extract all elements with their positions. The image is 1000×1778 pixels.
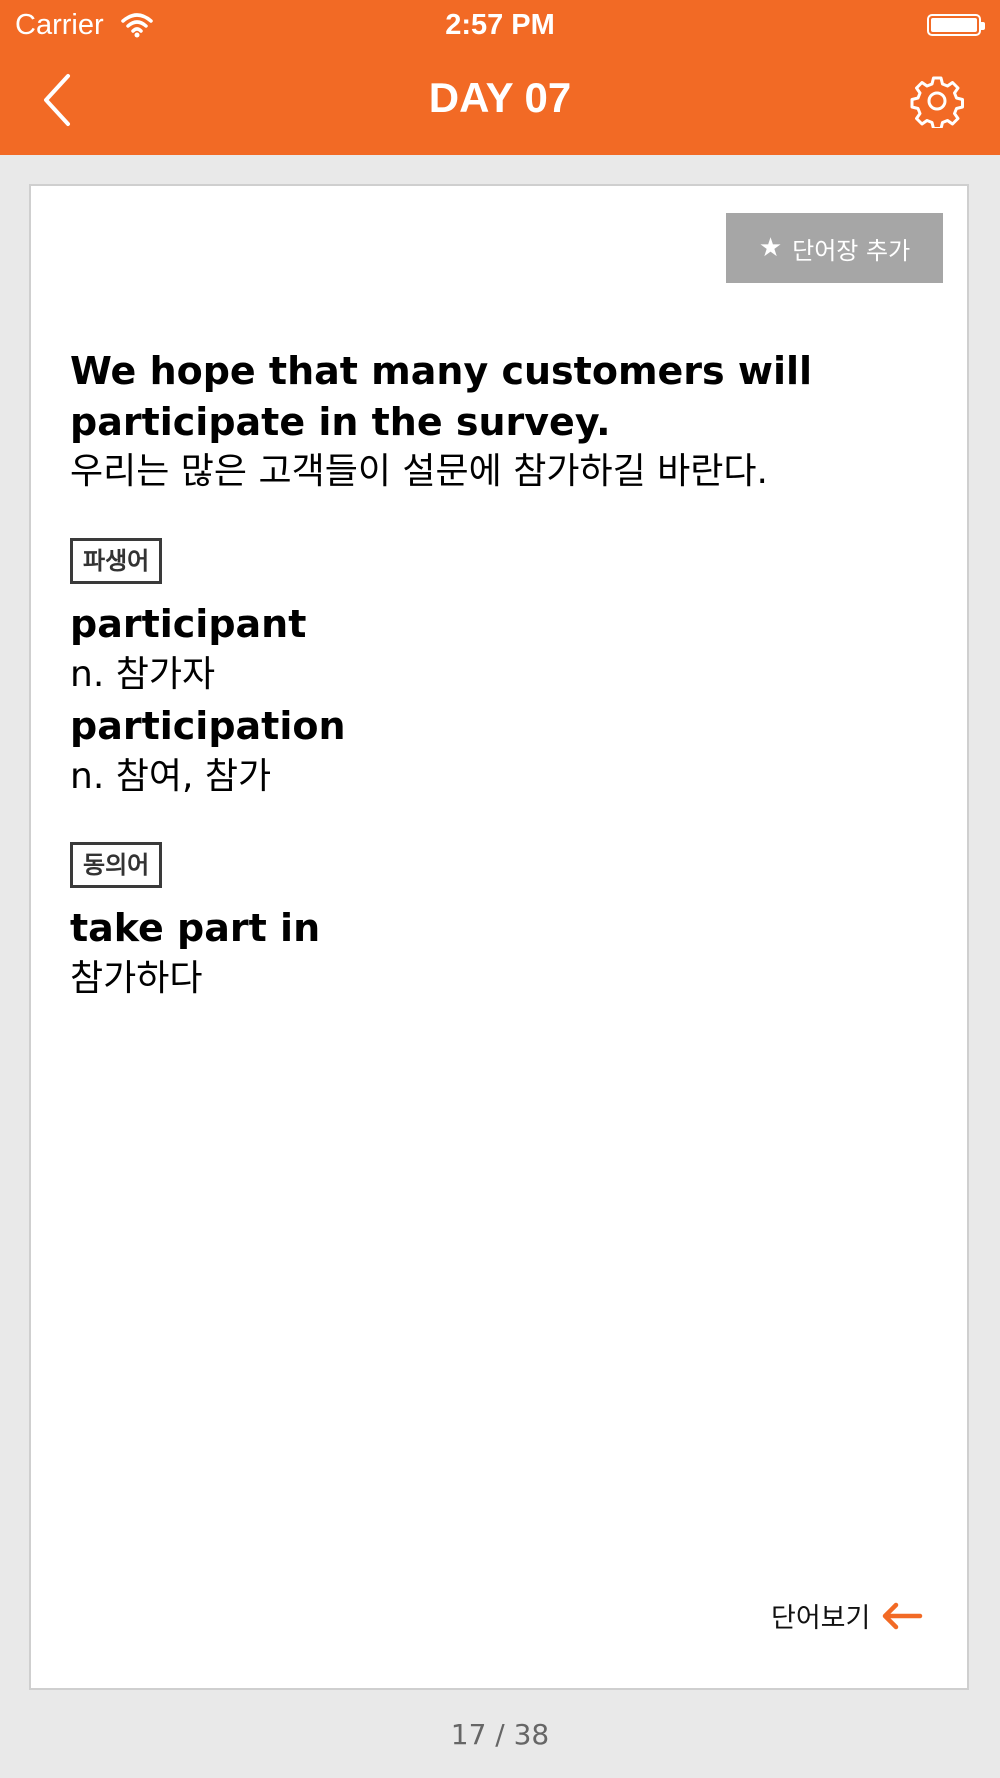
derivative-meaning: n. 참여, 참가: [70, 756, 272, 797]
star-icon: ★: [758, 233, 783, 263]
status-bar: Carrier 2:57 PM: [0, 0, 1000, 50]
derivative-word: participation: [70, 704, 346, 748]
derivatives-tag: 파생어: [70, 538, 163, 584]
synonym-meaning: 참가하다: [70, 958, 203, 999]
view-words-label: 단어보기: [771, 1603, 871, 1634]
arrow-left-icon: [883, 1602, 923, 1629]
gear-icon[interactable]: [910, 74, 964, 128]
word-card: ★ 단어장 추가 We hope that many customers wil…: [29, 184, 969, 1690]
top-bar: Carrier 2:57 PM DAY 07: [0, 0, 1000, 155]
synonym-word: take part in: [70, 906, 321, 950]
status-time: 2:57 PM: [445, 9, 555, 41]
battery-icon: [927, 14, 985, 36]
derivative-word: participant: [70, 602, 307, 646]
page-counter: 17 / 38: [450, 1718, 550, 1751]
synonyms-tag: 동의어: [70, 842, 163, 888]
example-sentence-ko: 우리는 많은 고객들이 설문에 참가하길 바란다.: [70, 451, 768, 492]
page-title: DAY 07: [428, 74, 572, 121]
add-to-wordbook-button[interactable]: ★ 단어장 추가: [726, 213, 943, 283]
derivative-meaning: n. 참가자: [70, 654, 216, 695]
view-words-button[interactable]: 단어보기: [771, 1596, 924, 1635]
example-sentence-en: We hope that many customers will partici…: [70, 349, 813, 444]
add-to-wordbook-label: 단어장 추가: [792, 236, 911, 265]
card-content: We hope that many customers will partici…: [70, 346, 930, 1004]
